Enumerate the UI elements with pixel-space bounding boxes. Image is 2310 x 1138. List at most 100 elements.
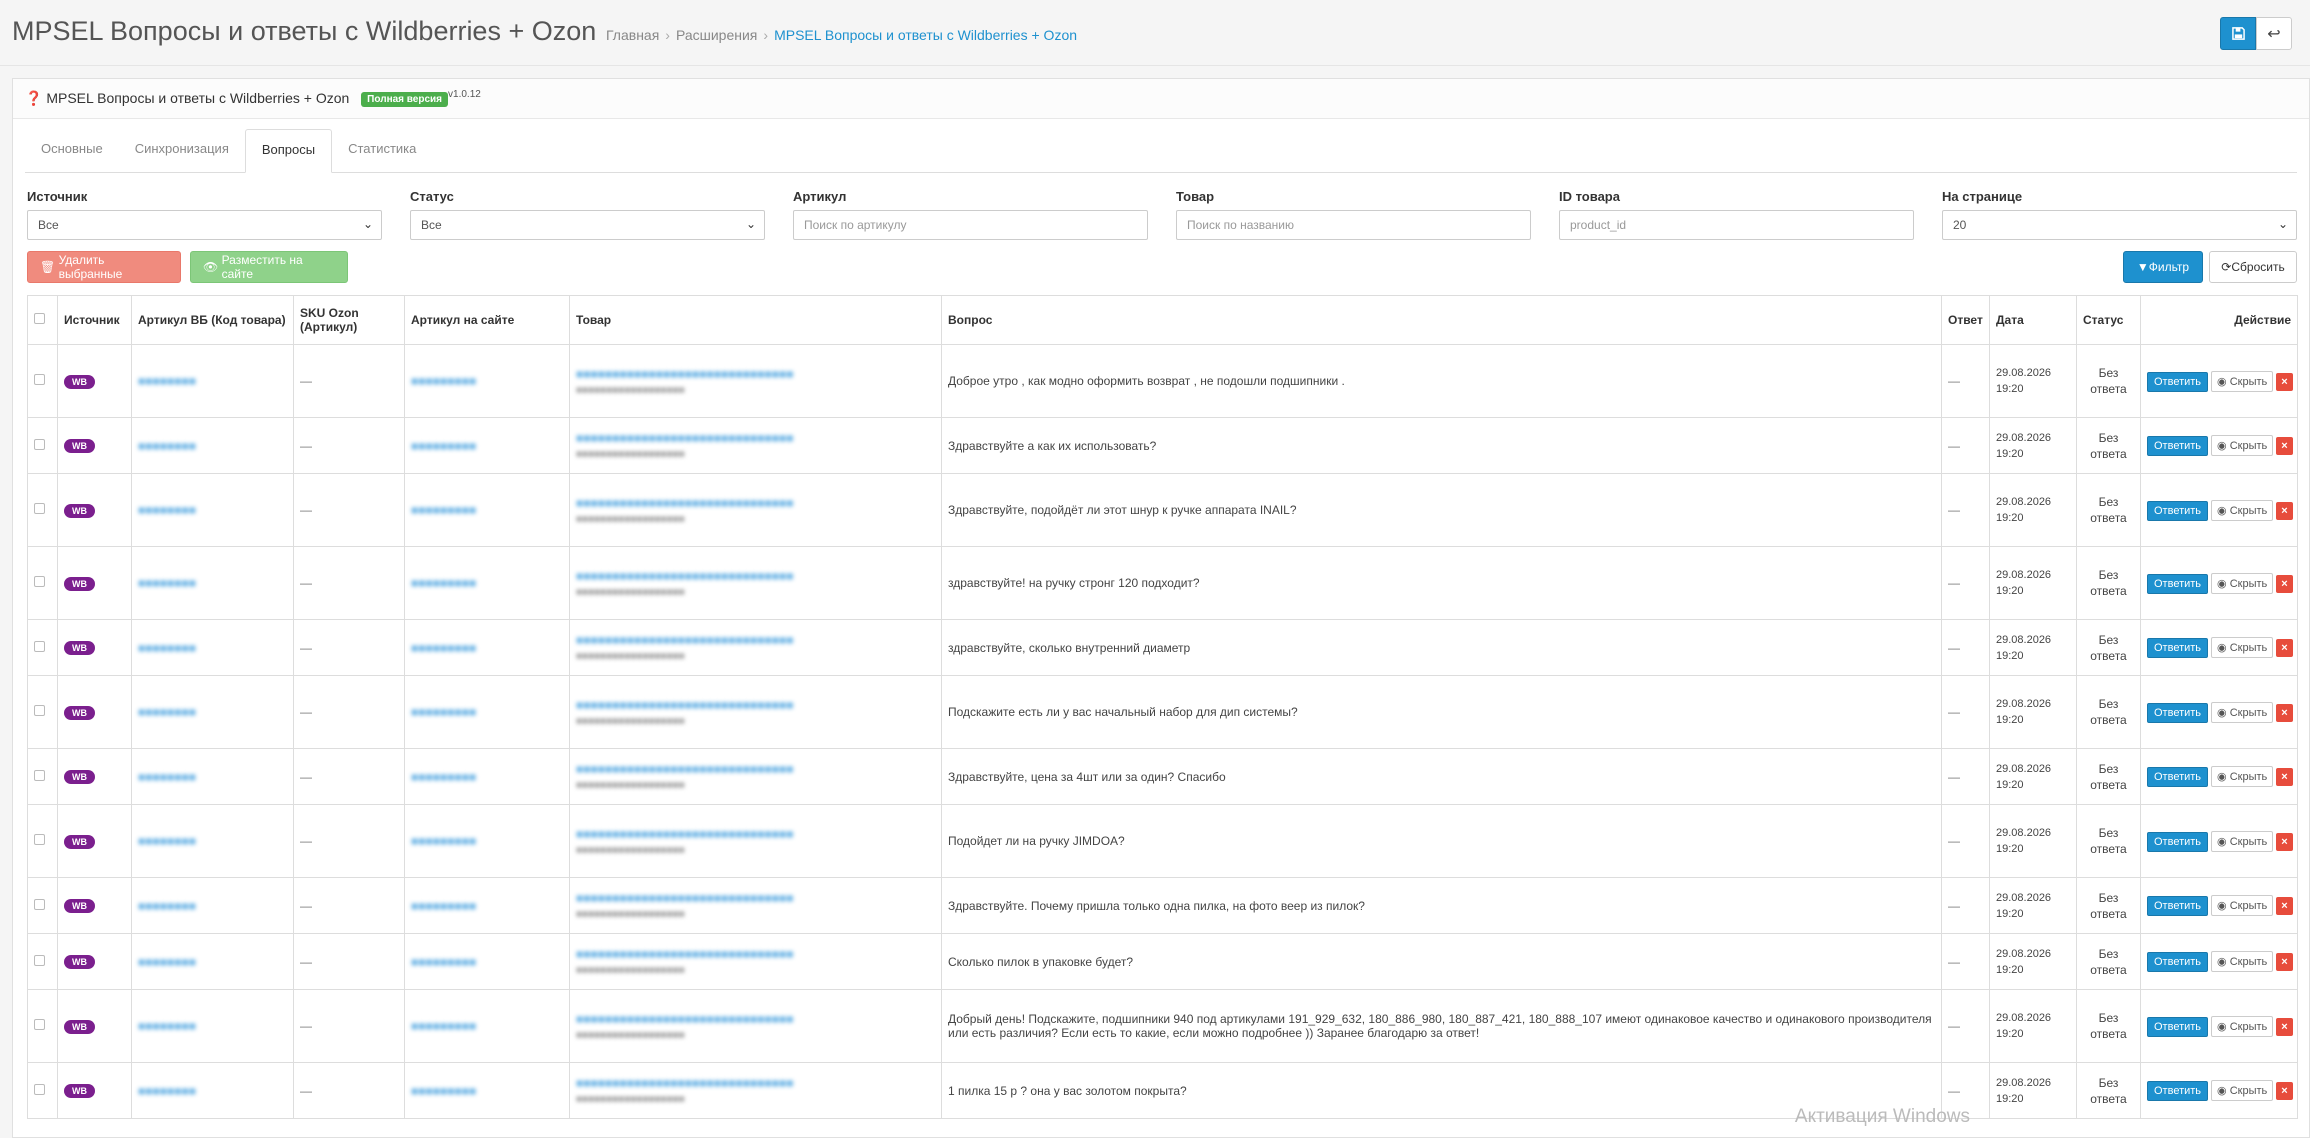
product-link[interactable]: ■■■■■■■■■■■■■■■■■■■■■■■■■■■■■■ [576,633,793,647]
delete-selected-button[interactable]: 🗑 Удалить выбранные [27,251,181,283]
tab-main[interactable]: Основные [25,129,119,173]
col-question[interactable]: Вопрос [941,295,1942,345]
save-button[interactable] [2220,17,2256,50]
filter-button[interactable]: ▼ Фильтр [2123,251,2203,283]
hide-button[interactable]: ◉ Скрыть [2211,766,2274,787]
site-article-link[interactable]: ■■■■■■■■■ [411,705,476,719]
answer-button[interactable]: Ответить [2147,371,2209,392]
hide-button[interactable]: ◉ Скрыть [2211,435,2274,456]
hide-button[interactable]: ◉ Скрыть [2211,370,2274,392]
delete-row-button[interactable]: × [2276,897,2293,915]
site-article-link[interactable]: ■■■■■■■■■ [411,770,476,784]
hide-button[interactable]: ◉ Скрыть [2211,1080,2274,1101]
row-checkbox[interactable] [34,954,45,966]
site-article-link[interactable]: ■■■■■■■■■ [411,439,476,453]
row-checkbox[interactable] [34,1019,45,1030]
delete-row-button[interactable]: × [2276,768,2293,786]
wb-article-link[interactable]: ■■■■■■■■ [138,641,196,655]
hide-button[interactable]: ◉ Скрыть [2211,701,2274,723]
wb-article-link[interactable]: ■■■■■■■■ [138,899,196,913]
tab-questions[interactable]: Вопросы [244,129,333,173]
site-article-link[interactable]: ■■■■■■■■■ [411,641,476,655]
wb-article-link[interactable]: ■■■■■■■■ [138,770,196,784]
wb-article-link[interactable]: ■■■■■■■■ [138,1084,196,1098]
product-link[interactable]: ■■■■■■■■■■■■■■■■■■■■■■■■■■■■■■ [576,1076,793,1090]
row-checkbox[interactable] [34,374,45,385]
delete-row-button[interactable]: × [2276,437,2293,455]
answer-button[interactable]: Ответить [2147,952,2209,972]
product-link[interactable]: ■■■■■■■■■■■■■■■■■■■■■■■■■■■■■■ [576,431,793,445]
wb-article-link[interactable]: ■■■■■■■■ [138,439,196,453]
delete-row-button[interactable]: × [2276,703,2293,722]
reset-button[interactable]: ⟳ Сбросить [2209,251,2297,283]
site-article-link[interactable]: ■■■■■■■■■ [411,834,476,848]
source-select[interactable]: Все ⌄ [27,210,382,240]
delete-row-button[interactable]: × [2276,639,2293,657]
delete-row-button[interactable]: × [2276,832,2293,851]
product-link[interactable]: ■■■■■■■■■■■■■■■■■■■■■■■■■■■■■■ [576,496,793,510]
row-checkbox[interactable] [34,1083,45,1095]
per-page-select[interactable]: 20 ⌄ [1942,210,2297,240]
col-wb-article[interactable]: Артикул ВБ (Код товара) [131,295,294,345]
answer-button[interactable]: Ответить [2147,638,2209,658]
hide-button[interactable]: ◉ Скрыть [2211,637,2274,658]
answer-button[interactable]: Ответить [2147,436,2209,456]
delete-row-button[interactable]: × [2276,372,2293,391]
row-checkbox[interactable] [34,705,45,716]
back-button[interactable]: ↩ [2256,17,2292,50]
site-article-link[interactable]: ■■■■■■■■■ [411,1084,476,1098]
product-link[interactable]: ■■■■■■■■■■■■■■■■■■■■■■■■■■■■■■ [576,891,793,905]
col-answer[interactable]: Ответ [1941,295,1990,345]
site-article-link[interactable]: ■■■■■■■■■ [411,1019,476,1033]
product-link[interactable]: ■■■■■■■■■■■■■■■■■■■■■■■■■■■■■■ [576,762,793,776]
site-article-link[interactable]: ■■■■■■■■■ [411,955,476,969]
hide-button[interactable]: ◉ Скрыть [2211,1015,2274,1037]
row-checkbox[interactable] [34,438,45,450]
hide-button[interactable]: ◉ Скрыть [2211,830,2274,852]
site-article-link[interactable]: ■■■■■■■■■ [411,576,476,590]
col-source[interactable]: Источник [57,295,132,345]
wb-article-link[interactable]: ■■■■■■■■ [138,503,196,517]
row-checkbox[interactable] [34,503,45,514]
col-site-article[interactable]: Артикул на сайте [404,295,570,345]
delete-row-button[interactable]: × [2276,574,2293,593]
product-link[interactable]: ■■■■■■■■■■■■■■■■■■■■■■■■■■■■■■ [576,947,793,961]
hide-button[interactable]: ◉ Скрыть [2211,895,2274,916]
product-link[interactable]: ■■■■■■■■■■■■■■■■■■■■■■■■■■■■■■ [576,1012,793,1026]
row-checkbox[interactable] [34,834,45,845]
answer-button[interactable]: Ответить [2147,1016,2209,1037]
answer-button[interactable]: Ответить [2147,896,2209,916]
delete-row-button[interactable]: × [2276,501,2293,520]
row-checkbox[interactable] [34,769,45,781]
wb-article-link[interactable]: ■■■■■■■■ [138,955,196,969]
delete-row-button[interactable]: × [2276,1082,2293,1100]
row-checkbox[interactable] [34,576,45,587]
answer-button[interactable]: Ответить [2147,500,2209,521]
row-checkbox[interactable] [34,640,45,652]
row-checkbox[interactable] [34,898,45,910]
hide-button[interactable]: ◉ Скрыть [2211,951,2274,972]
hide-button[interactable]: ◉ Скрыть [2211,572,2274,594]
breadcrumb-home[interactable]: Главная [606,27,659,43]
product-link[interactable]: ■■■■■■■■■■■■■■■■■■■■■■■■■■■■■■ [576,698,793,712]
answer-button[interactable]: Ответить [2147,767,2209,787]
wb-article-link[interactable]: ■■■■■■■■ [138,576,196,590]
answer-button[interactable]: Ответить [2147,702,2209,723]
answer-button[interactable]: Ответить [2147,1081,2209,1101]
wb-article-link[interactable]: ■■■■■■■■ [138,834,196,848]
delete-row-button[interactable]: × [2276,1017,2293,1036]
tab-stats[interactable]: Статистика [332,129,432,173]
product-id-input[interactable]: product_id [1559,210,1914,240]
site-article-link[interactable]: ■■■■■■■■■ [411,374,476,388]
col-ozon-sku[interactable]: SKU Ozon (Артикул) [293,295,405,345]
delete-row-button[interactable]: × [2276,953,2293,971]
answer-button[interactable]: Ответить [2147,573,2209,594]
article-input[interactable]: Поиск по артикулу [793,210,1148,240]
product-link[interactable]: ■■■■■■■■■■■■■■■■■■■■■■■■■■■■■■ [576,569,793,583]
col-product[interactable]: Товар [569,295,942,345]
breadcrumb-extensions[interactable]: Расширения [676,27,757,43]
status-select[interactable]: Все ⌄ [410,210,765,240]
col-date[interactable]: Дата [1989,295,2077,345]
breadcrumb-current[interactable]: MPSEL Вопросы и ответы с Wildberries + O… [774,27,1077,43]
product-link[interactable]: ■■■■■■■■■■■■■■■■■■■■■■■■■■■■■■ [576,827,793,841]
